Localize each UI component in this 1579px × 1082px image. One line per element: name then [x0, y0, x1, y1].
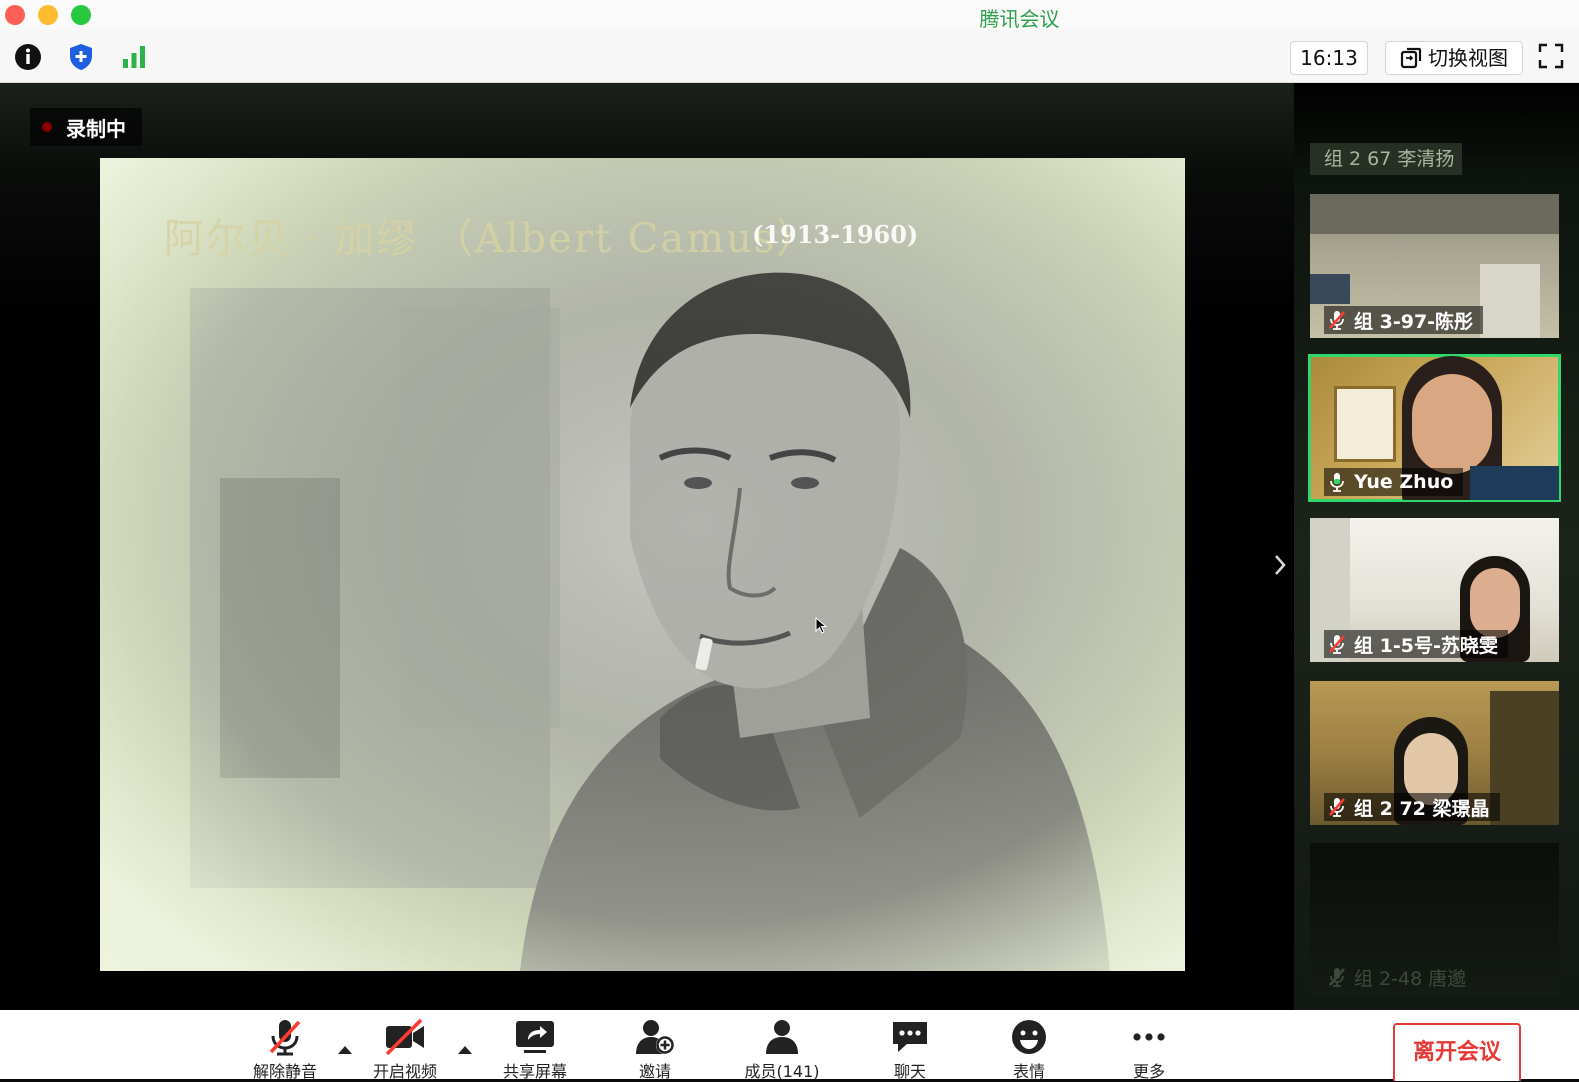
participant-label: 组 1-5号-苏晓雯: [1324, 630, 1508, 658]
muted-mic-icon: [1329, 798, 1345, 817]
unmute-button[interactable]: 解除静音: [235, 1018, 335, 1082]
invite-label: 邀请: [638, 1062, 671, 1081]
slide-title: 阿尔贝 · 加缪 （Albert Camus）: [164, 216, 819, 262]
participant-label: 组 3-97-陈彤: [1324, 306, 1484, 334]
share-screen-icon: [516, 1021, 554, 1053]
chat-button[interactable]: 聊天: [860, 1018, 960, 1082]
next-page-chevron-icon[interactable]: [1268, 550, 1292, 580]
video-off-icon: [385, 1018, 424, 1056]
security-shield-icon[interactable]: [66, 42, 96, 72]
chat-label: 聊天: [893, 1062, 926, 1081]
muted-mic-icon: [1329, 311, 1345, 330]
audio-options-caret-icon[interactable]: [338, 1046, 352, 1054]
members-icon: [766, 1020, 798, 1054]
participant-label: 组 2-48 唐邈: [1324, 963, 1476, 991]
unmute-label: 解除静音: [252, 1062, 317, 1081]
share-screen-label: 共享屏幕: [502, 1062, 567, 1081]
tile-window: [1310, 274, 1350, 304]
share-screen-button[interactable]: 共享屏幕: [485, 1018, 585, 1082]
info-icon[interactable]: [13, 42, 43, 72]
tile-doorway: [1490, 691, 1559, 825]
reactions-button[interactable]: 表情: [979, 1018, 1079, 1082]
mouse-cursor-icon: [815, 617, 828, 634]
invite-user-icon: [636, 1020, 674, 1054]
chat-bubble-icon: [893, 1022, 927, 1052]
tile-person-face: [1470, 568, 1520, 638]
network-signal-icon[interactable]: [119, 42, 149, 72]
meeting-toolbar: 16:13 切换视图: [0, 30, 1579, 83]
participant-name: 组 2 72 梁璟晶: [1354, 797, 1490, 820]
fullscreen-icon[interactable]: [1538, 43, 1564, 69]
participant-name: Yue Zhuo: [1354, 471, 1454, 493]
shared-slide: 阿尔贝 · 加缪 （Albert Camus） (1913-1960): [100, 158, 1185, 971]
participant-label: Yue Zhuo: [1324, 468, 1464, 496]
muted-mic-icon: [1329, 635, 1345, 654]
tile-curtain: [1480, 264, 1540, 338]
more-dots-icon: [1133, 1033, 1165, 1041]
switch-view-button[interactable]: 切换视图: [1385, 41, 1523, 75]
window-title: 腾讯会议: [979, 7, 1060, 31]
tile-picture-frame: [1334, 386, 1396, 462]
invite-button[interactable]: 邀请: [605, 1018, 705, 1082]
recording-dot-icon: [42, 122, 52, 132]
tile-person-shirt: [1470, 466, 1559, 500]
recording-indicator: 录制中: [30, 108, 142, 146]
participant-label: 组 2 72 梁璟晶: [1324, 793, 1500, 821]
meeting-controls-bar: 解除静音 开启视频 共享屏幕 邀请 成员(141) 聊天 表情 更多 离开会议: [0, 1010, 1579, 1082]
members-button[interactable]: 成员(141): [732, 1018, 832, 1082]
participant-video-tile-active-speaker[interactable]: Yue Zhuo: [1308, 354, 1561, 502]
switch-view-icon: [1400, 47, 1422, 69]
title-bar: 腾讯会议: [0, 0, 1579, 31]
participant-name: 组 3-97-陈彤: [1354, 310, 1474, 333]
start-video-label: 开启视频: [372, 1062, 437, 1081]
reactions-label: 表情: [1012, 1062, 1045, 1081]
tile-person-face: [1412, 374, 1492, 474]
muted-mic-icon: [1329, 968, 1345, 987]
members-label: 成员(141): [744, 1062, 820, 1081]
sidebar-top-participant-label: 组 2 67 李清扬: [1310, 143, 1462, 175]
more-button[interactable]: 更多: [1099, 1018, 1199, 1082]
switch-view-label: 切换视图: [1428, 46, 1508, 70]
participant-video-tile[interactable]: 组 3-97-陈彤: [1310, 194, 1559, 338]
participant-name: 组 1-5号-苏晓雯: [1354, 634, 1498, 657]
participant-name: 组 2-48 唐邈: [1354, 967, 1467, 990]
participant-video-tile-no-video[interactable]: 组 2-48 唐邈: [1310, 843, 1559, 995]
start-video-button[interactable]: 开启视频: [355, 1018, 455, 1082]
tile-ceiling: [1310, 194, 1559, 234]
leave-meeting-button[interactable]: 离开会议: [1393, 1023, 1521, 1081]
recording-label: 录制中: [66, 116, 126, 141]
participant-video-tile[interactable]: 组 1-5号-苏晓雯: [1310, 518, 1559, 662]
portrait-photo: [100, 158, 1185, 971]
video-options-caret-icon[interactable]: [458, 1046, 472, 1054]
slide-years: (1913-1960): [752, 220, 919, 249]
participant-video-tile[interactable]: 组 2 72 梁璟晶: [1310, 681, 1559, 825]
smiley-face-icon: [1012, 1020, 1046, 1054]
muted-mic-icon: [269, 1020, 301, 1056]
meeting-clock: 16:13: [1290, 41, 1368, 75]
more-label: 更多: [1132, 1062, 1165, 1081]
mic-active-icon: [1330, 473, 1344, 492]
